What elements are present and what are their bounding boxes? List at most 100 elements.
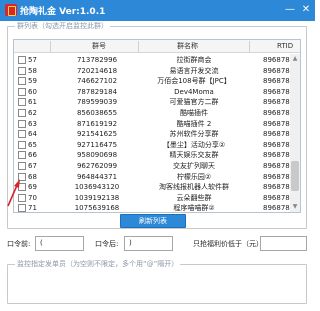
- password-tail-label: 口令后:: [95, 240, 119, 248]
- group-name: 交友扩列聊天: [173, 161, 215, 170]
- group-name: 易语言开发交流: [169, 66, 219, 75]
- row-index: 69: [28, 183, 37, 192]
- group-number: 720214618: [76, 66, 118, 75]
- column-divider[interactable]: [50, 41, 51, 52]
- row-checkbox[interactable]: [18, 87, 26, 96]
- table-row[interactable]: 67 962762099 交友扩列聊天 896878097: [14, 161, 300, 172]
- close-button[interactable]: ✕: [299, 3, 313, 17]
- row-checkbox[interactable]: [18, 108, 26, 117]
- group-name: 精天娱乐交友群: [169, 151, 219, 160]
- row-checkbox[interactable]: [18, 151, 26, 160]
- row-checkbox[interactable]: [18, 56, 26, 64]
- list-header: 群号 群名称 RTID: [14, 40, 300, 53]
- row-checkbox[interactable]: [18, 193, 26, 202]
- row-index: 59: [28, 77, 37, 86]
- table-row[interactable]: 62 856038655 酷喵插件 896878097: [14, 108, 300, 119]
- group-name: 可爱猫官方二群: [169, 98, 219, 107]
- group-list-legend: 群列表（勾选开启监控此群）: [15, 22, 110, 31]
- table-row[interactable]: 68 964844371 柠檬乐园② 896878097: [14, 172, 300, 183]
- group-number: 1075639168: [74, 204, 120, 213]
- group-name: 酷喵插件 2: [176, 119, 212, 128]
- row-index: 61: [28, 98, 37, 107]
- column-header-rtid[interactable]: RTID: [277, 43, 293, 50]
- row-checkbox[interactable]: [18, 130, 26, 139]
- row-index: 58: [28, 66, 37, 75]
- table-row[interactable]: 60 787829184 Dev4Moma 896878097: [14, 87, 300, 98]
- password-head-input[interactable]: (: [35, 236, 84, 251]
- group-number: 856038655: [76, 108, 118, 117]
- row-index: 65: [28, 140, 37, 149]
- group-number: 789599039: [76, 98, 118, 107]
- group-name: 苏州软件分享群: [169, 130, 219, 139]
- min-price-label: 只抢福利价低于（元）:: [193, 240, 266, 248]
- table-row[interactable]: 71 1075639168 程序喵喵群② 896878097: [14, 203, 300, 213]
- row-index: 68: [28, 172, 37, 181]
- row-index: 66: [28, 151, 37, 160]
- table-row[interactable]: 70 1039192138 云朵翻些群 896878097: [14, 193, 300, 204]
- table-row[interactable]: 66 958090698 精天娱乐交友群 896878097: [14, 150, 300, 161]
- row-index: 57: [28, 56, 37, 64]
- group-number: 964844371: [76, 172, 118, 181]
- password-head-label: 口令前:: [7, 240, 31, 248]
- row-checkbox[interactable]: [18, 161, 26, 170]
- row-index: 67: [28, 161, 37, 170]
- row-index: 64: [28, 130, 37, 139]
- refresh-list-button[interactable]: 刷新列表: [120, 214, 186, 228]
- row-checkbox[interactable]: [18, 77, 26, 86]
- group-name: Dev4Moma: [174, 87, 214, 96]
- table-row[interactable]: 65 927116475 【墨尘】活动分享② 896878097: [14, 140, 300, 151]
- group-number: 958090698: [76, 151, 118, 160]
- column-divider[interactable]: [249, 41, 250, 52]
- list-body: 57 713782996 拉街群商会 896878097 58 720214618 易语言开…: [14, 55, 300, 213]
- group-name: 拉街群商会: [176, 56, 212, 64]
- table-row[interactable]: 61 789599039 可爱猫官方二群 896878097: [14, 97, 300, 108]
- scroll-thumb[interactable]: [291, 161, 299, 191]
- table-row[interactable]: 58 720214618 易语言开发交流 896878097: [14, 66, 300, 77]
- scroll-down-icon[interactable]: ▼: [290, 202, 300, 212]
- group-name: 程序喵喵群②: [173, 204, 215, 213]
- group-number: 1039192138: [74, 193, 120, 202]
- scroll-up-icon[interactable]: ▲: [290, 54, 300, 64]
- minimize-button[interactable]: —: [283, 3, 297, 17]
- group-name: 万佰会108号群【JPC】: [157, 77, 231, 86]
- group-number: 927116475: [76, 140, 118, 149]
- column-header-number[interactable]: 群号: [92, 43, 106, 50]
- table-row[interactable]: 59 746627102 万佰会108号群【JPC】 896878097: [14, 76, 300, 87]
- table-row[interactable]: 69 1036943120 淘客线报机器人软件群 896878097: [14, 182, 300, 193]
- group-number: 1036943120: [74, 183, 120, 192]
- row-checkbox[interactable]: [18, 183, 26, 192]
- group-number: 921541625: [76, 130, 118, 139]
- group-list[interactable]: 群号 群名称 RTID 57 713782996 拉街群商会 896878097 58 7…: [13, 39, 301, 213]
- table-row[interactable]: 57 713782996 拉街群商会 896878097: [14, 55, 300, 66]
- sender-filter-panel: 监控指定发单员（为空则不限定，多个用“@”隔开）: [7, 260, 307, 304]
- table-row[interactable]: 63 871619192 酷喵插件 2 896878097: [14, 119, 300, 130]
- row-checkbox[interactable]: [18, 66, 26, 75]
- group-name: 酷喵插件: [180, 108, 208, 117]
- row-checkbox[interactable]: [18, 119, 26, 128]
- group-name: 【墨尘】活动分享②: [162, 140, 226, 149]
- column-divider[interactable]: [138, 41, 139, 52]
- row-checkbox[interactable]: [18, 172, 26, 181]
- group-number: 787829184: [76, 87, 118, 96]
- table-row[interactable]: 64 921541625 苏州软件分享群 896878097: [14, 129, 300, 140]
- sender-filter-legend: 监控指定发单员（为空则不限定，多个用“@”隔开）: [15, 260, 181, 269]
- column-header-name[interactable]: 群名称: [177, 43, 198, 50]
- group-number: 871619192: [76, 119, 118, 128]
- row-index: 60: [28, 87, 37, 96]
- row-index: 63: [28, 119, 37, 128]
- app-icon: [5, 4, 17, 16]
- vertical-scrollbar[interactable]: ▲ ▼: [290, 54, 300, 212]
- row-index: 71: [28, 204, 37, 213]
- min-price-input[interactable]: [260, 236, 307, 251]
- group-name: 柠檬乐园②: [176, 172, 212, 181]
- group-number: 746627102: [76, 77, 118, 86]
- group-name: 云朵翻些群: [176, 193, 212, 202]
- row-index: 62: [28, 108, 37, 117]
- group-number: 962762099: [76, 161, 118, 170]
- password-tail-input[interactable]: ): [124, 236, 173, 251]
- row-checkbox[interactable]: [18, 140, 26, 149]
- group-name: 淘客线报机器人软件群: [159, 183, 229, 192]
- row-checkbox[interactable]: [18, 98, 26, 107]
- row-index: 70: [28, 193, 37, 202]
- row-checkbox[interactable]: [18, 204, 26, 212]
